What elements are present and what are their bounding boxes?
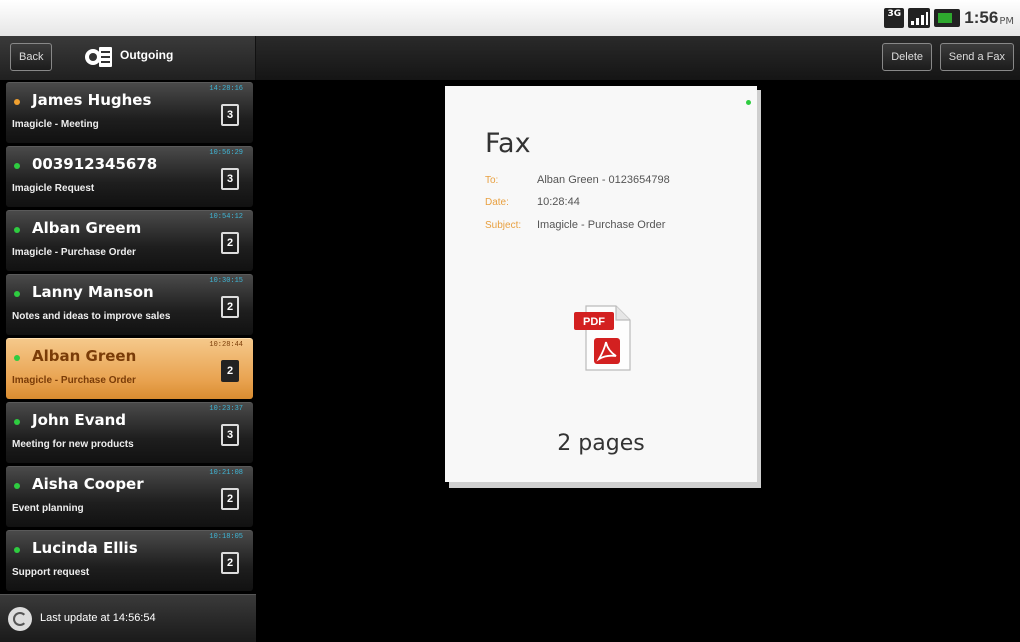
page-count-icon: 2 (221, 488, 239, 510)
to-label: To: (485, 175, 499, 186)
status-dot (746, 100, 751, 105)
status-bar: 3G 1:56 PM (0, 0, 1020, 36)
fax-recipient: James Hughes (32, 91, 152, 109)
fax-subject: Notes and ideas to improve sales (12, 311, 171, 322)
to-value: Alban Green - 0123654798 (537, 174, 670, 186)
action-bar-right: Delete Send a Fax (256, 36, 1020, 80)
signal-strength-icon (908, 8, 931, 28)
back-button[interactable]: Back (10, 43, 53, 71)
action-bar: Back Outgoing Delete Send a Fax (0, 36, 1020, 80)
fax-recipient: John Evand (32, 411, 127, 429)
list-item[interactable]: 10:18:05 Lucinda Ellis Support request 2 (6, 530, 253, 591)
fax-subject: Imagicle - Purchase Order (12, 247, 136, 258)
send-fax-button[interactable]: Send a Fax (939, 43, 1014, 71)
status-dot (14, 291, 20, 297)
status-dot (14, 99, 20, 105)
fax-time: 10:18:05 (209, 533, 243, 541)
date-value: 10:28:44 (537, 196, 580, 208)
action-bar-left: Back Outgoing (0, 36, 256, 80)
list-item[interactable]: 10:54:12 Alban Greem Imagicle - Purchase… (6, 210, 253, 271)
fax-subject: Imagicle Request (12, 183, 95, 194)
delete-button[interactable]: Delete (882, 43, 932, 71)
outgoing-fax-icon (85, 47, 112, 67)
status-time: 1:56 (964, 8, 999, 27)
list-item[interactable]: 10:21:08 Aisha Cooper Event planning 2 (6, 466, 253, 527)
fax-list: 14:28:16 James Hughes Imagicle - Meeting… (0, 80, 256, 592)
pdf-label: PDF (583, 316, 605, 328)
status-dot (14, 483, 20, 489)
refresh-icon[interactable] (8, 607, 32, 631)
page-count-icon: 2 (221, 232, 239, 254)
status-dot (14, 419, 20, 425)
fax-preview: Fax To: Alban Green - 0123654798 Date: 1… (445, 86, 761, 488)
fax-subject: Support request (12, 567, 90, 578)
fax-subject: Event planning (12, 503, 84, 514)
list-item[interactable]: 10:30:15 Lanny Manson Notes and ideas to… (6, 274, 253, 335)
status-dot (14, 547, 20, 553)
date-label: Date: (485, 197, 509, 208)
list-item[interactable]: 10:56:29 003912345678 Imagicle Request 3 (6, 146, 253, 207)
fax-time: 10:21:08 (209, 469, 243, 477)
page-count-icon: 2 (221, 296, 239, 318)
fax-subject: Imagicle - Purchase Order (12, 375, 136, 386)
status-dot (14, 227, 20, 233)
status-icons: 3G 1:56 PM (884, 6, 1014, 30)
fax-subject: Meeting for new products (12, 439, 134, 450)
fax-time: 10:23:37 (209, 405, 243, 413)
pdf-icon[interactable]: PDF (572, 304, 638, 374)
subject-value: Imagicle - Purchase Order (537, 219, 666, 231)
fax-recipient: Alban Green (32, 347, 137, 365)
page-count-text: 2 pages (557, 431, 645, 456)
fax-time: 14:28:16 (209, 85, 243, 93)
status-ampm: PM (999, 15, 1014, 27)
status-dot (14, 163, 20, 169)
battery-icon (934, 9, 961, 27)
page-count-icon: 3 (221, 168, 239, 190)
fax-recipient: Aisha Cooper (32, 475, 144, 493)
fax-title: Fax (485, 128, 531, 159)
fax-time: 10:54:12 (209, 213, 243, 221)
fax-time: 10:28:44 (209, 341, 243, 349)
fax-time: 10:30:15 (209, 277, 243, 285)
fax-recipient: 003912345678 (32, 155, 158, 173)
page-count-icon: 2 (221, 360, 239, 382)
fax-recipient: Lanny Manson (32, 283, 154, 301)
fax-subject: Imagicle - Meeting (12, 119, 99, 130)
fax-sheet[interactable]: Fax To: Alban Green - 0123654798 Date: 1… (445, 86, 757, 482)
list-item[interactable]: 10:23:37 John Evand Meeting for new prod… (6, 402, 253, 463)
fax-time: 10:56:29 (209, 149, 243, 157)
footer-bar: Last update at 14:56:54 (0, 594, 256, 642)
page-title: Outgoing (120, 48, 174, 62)
fax-recipient: Lucinda Ellis (32, 539, 138, 557)
page-count-icon: 3 (221, 424, 239, 446)
list-item-selected[interactable]: 10:28:44 Alban Green Imagicle - Purchase… (6, 338, 253, 399)
page-count-icon: 3 (221, 104, 239, 126)
list-item[interactable]: 14:28:16 James Hughes Imagicle - Meeting… (6, 82, 253, 143)
subject-label: Subject: (485, 220, 522, 231)
page-count-icon: 2 (221, 552, 239, 574)
fax-recipient: Alban Greem (32, 219, 142, 237)
last-update-text: Last update at 14:56:54 (40, 612, 156, 624)
status-dot (14, 355, 20, 361)
network-3g-icon: 3G (884, 8, 905, 28)
